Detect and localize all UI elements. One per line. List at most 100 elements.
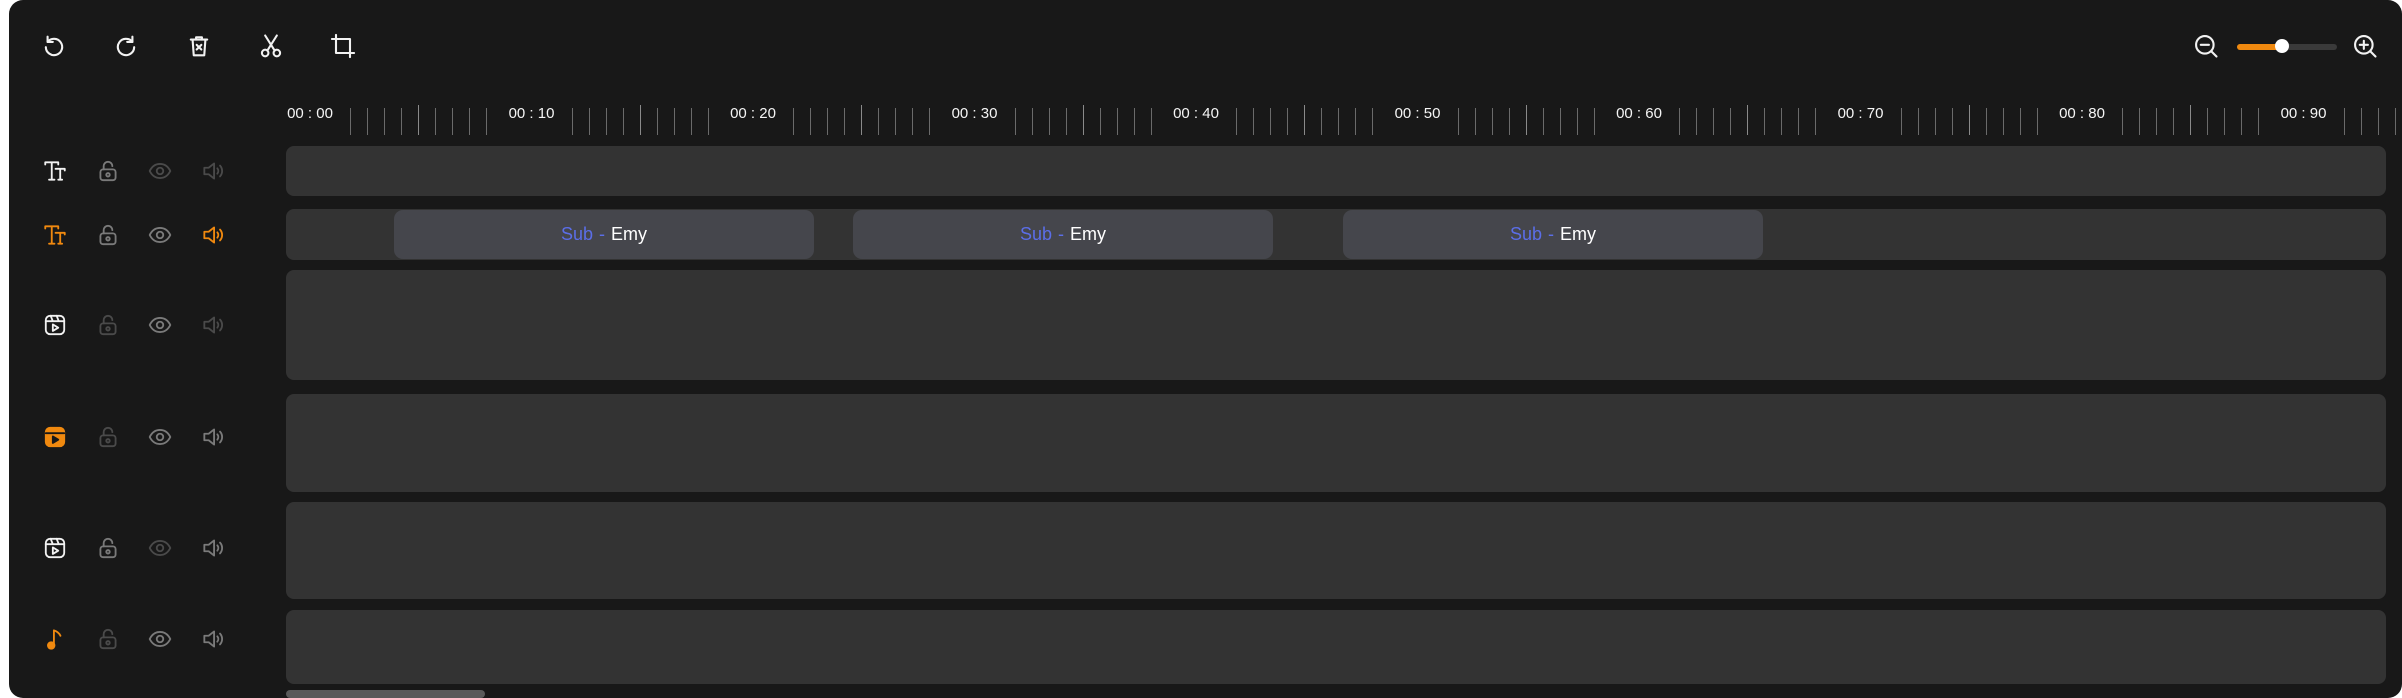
speaker-toggle[interactable] <box>195 621 231 657</box>
lock-icon <box>99 628 117 650</box>
ruler-tick <box>1696 108 1697 135</box>
eye-icon <box>148 540 172 556</box>
ruler-tick <box>1985 108 1987 135</box>
music-note-toggle[interactable] <box>37 621 73 657</box>
track-lane-video-1[interactable] <box>286 270 2386 380</box>
cut-icon <box>260 34 282 58</box>
ruler-label: 00 : 50 <box>1394 105 1441 122</box>
video-reel-toggle[interactable] <box>37 419 73 455</box>
ruler-tick <box>1338 108 1339 135</box>
ruler-tick <box>1372 108 1373 135</box>
clip-name: Emy <box>1560 224 1597 244</box>
lock-icon <box>99 426 117 448</box>
ruler-tick <box>418 105 419 135</box>
eye-toggle[interactable] <box>142 307 178 343</box>
speaker-icon <box>203 630 223 648</box>
ruler-tick <box>1951 108 1953 135</box>
video-reel-toggle[interactable] <box>37 307 73 343</box>
speaker-icon <box>203 428 223 446</box>
eye-toggle[interactable] <box>142 621 178 657</box>
text-toggle[interactable] <box>37 153 73 189</box>
ruler-tick <box>1917 108 1919 135</box>
ruler-tick <box>690 108 692 135</box>
zoom-handle[interactable] <box>2275 39 2289 53</box>
speaker-toggle[interactable] <box>195 419 231 455</box>
redo-button[interactable] <box>108 28 144 64</box>
ruler-tick <box>452 108 453 135</box>
ruler-label: 00 : 40 <box>1173 105 1219 122</box>
undo-button[interactable] <box>36 28 72 64</box>
ruler-tick <box>1355 108 1356 135</box>
speaker-toggle[interactable] <box>195 307 231 343</box>
ruler-tick <box>2343 108 2345 135</box>
cut-button[interactable] <box>253 28 289 64</box>
ruler-tick <box>2036 108 2038 135</box>
zoom-in-icon <box>2354 35 2377 58</box>
crop-button[interactable] <box>325 28 361 64</box>
video-reel-toggle[interactable] <box>37 530 73 566</box>
delete-button[interactable] <box>181 28 217 64</box>
ruler-tick <box>486 108 487 135</box>
ruler-label: 00 : 70 <box>1837 105 1884 122</box>
ruler-label: 00 : 00 <box>287 105 333 122</box>
ruler-tick <box>1730 108 1731 135</box>
lock-toggle[interactable] <box>90 217 126 253</box>
zoom-in-button[interactable] <box>2347 28 2383 64</box>
ruler-label: 00 : 90 <box>2280 105 2327 122</box>
lock-toggle[interactable] <box>90 419 126 455</box>
lock-toggle[interactable] <box>90 621 126 657</box>
track-lane-audio[interactable] <box>286 610 2386 684</box>
eye-icon <box>148 317 172 333</box>
speaker-toggle[interactable] <box>195 217 231 253</box>
ruler-tick <box>1150 108 1152 135</box>
music-note-icon <box>47 629 62 650</box>
text-toggle[interactable] <box>37 217 73 253</box>
zoom-out-button[interactable] <box>2188 28 2224 64</box>
ruler-label: 00 : 20 <box>730 105 776 122</box>
lock-toggle[interactable] <box>90 307 126 343</box>
zoom-slider[interactable] <box>2237 39 2337 53</box>
eye-toggle[interactable] <box>142 530 178 566</box>
time-ruler[interactable]: 00 : 00 00 : 10 00 : 20 00 : 30 00 : 40 00 : … <box>277 95 2402 135</box>
lock-toggle[interactable] <box>90 530 126 566</box>
ruler-tick <box>1236 108 1237 135</box>
ruler-tick <box>1559 108 1561 135</box>
clip-separator: - <box>1548 224 1555 244</box>
video-reel-icon <box>44 314 66 336</box>
track-lane-video-3[interactable] <box>286 502 2386 599</box>
lock-toggle[interactable] <box>90 153 126 189</box>
eye-icon <box>148 429 172 445</box>
speaker-toggle[interactable] <box>195 530 231 566</box>
subtitle-clip[interactable]: Sub - Emy <box>1343 210 1763 259</box>
clip-separator: - <box>1058 224 1065 244</box>
ruler-tick <box>2019 108 2021 135</box>
ruler-label: 00 : 10 <box>508 105 555 122</box>
clip-sub-label: Sub <box>1019 224 1053 244</box>
eye-toggle[interactable] <box>142 153 178 189</box>
undo-icon <box>44 35 64 57</box>
ruler-tick <box>571 108 573 135</box>
eye-toggle[interactable] <box>142 419 178 455</box>
ruler-tick <box>1525 105 1527 135</box>
subtitle-clip[interactable]: Sub - Emy <box>394 210 814 259</box>
ruler-tick <box>844 108 845 135</box>
track-lane-text-1[interactable] <box>286 146 2386 196</box>
ruler-tick <box>384 108 385 135</box>
ruler-tick <box>1764 108 1765 135</box>
subtitle-clip[interactable]: Sub - Emy <box>853 210 1273 259</box>
ruler-tick <box>673 108 675 135</box>
ruler-tick <box>793 108 794 135</box>
ruler-tick <box>1815 108 1816 135</box>
speaker-toggle[interactable] <box>195 153 231 189</box>
ruler-tick <box>1099 108 1101 135</box>
track-lane-video-2[interactable] <box>286 394 2386 492</box>
text-icon <box>44 225 66 245</box>
ruler-tick <box>1713 108 1714 135</box>
horizontal-scrollbar[interactable] <box>286 690 485 698</box>
video-reel-icon <box>44 537 66 559</box>
ruler-tick <box>1491 108 1493 135</box>
ruler-tick <box>2394 108 2396 135</box>
ruler-tick <box>878 108 879 135</box>
ruler-tick <box>1593 108 1595 135</box>
eye-toggle[interactable] <box>142 217 178 253</box>
